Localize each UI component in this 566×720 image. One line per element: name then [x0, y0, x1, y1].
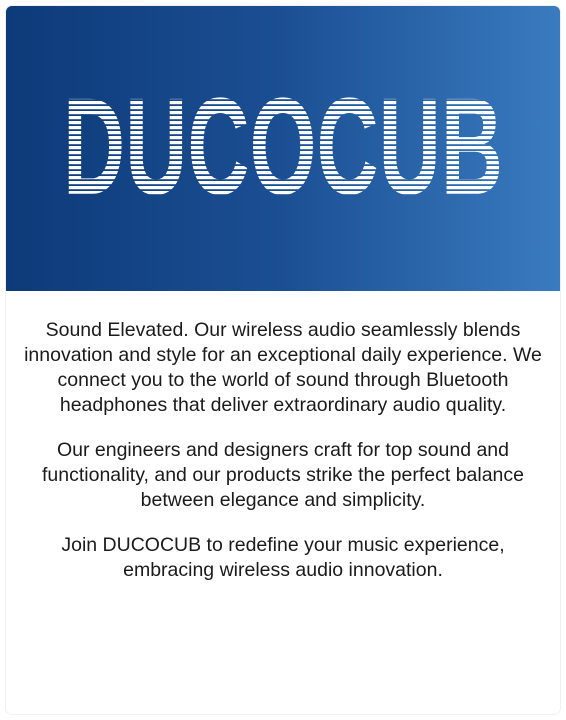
brand-banner: DUCOCUB: [6, 6, 560, 291]
brand-card: DUCOCUB Sound Elevated. Our wireless aud…: [6, 6, 560, 714]
brand-description: Sound Elevated. Our wireless audio seaml…: [6, 318, 560, 603]
brand-logo: DUCOCUB: [6, 76, 560, 216]
description-paragraph-1: Sound Elevated. Our wireless audio seaml…: [24, 319, 542, 416]
description-paragraph-3: Join DUCOCUB to redefine your music expe…: [61, 534, 505, 581]
brand-logo-image: DUCOCUB: [63, 76, 504, 216]
description-paragraph-2: Our engineers and designers craft for to…: [42, 439, 524, 511]
